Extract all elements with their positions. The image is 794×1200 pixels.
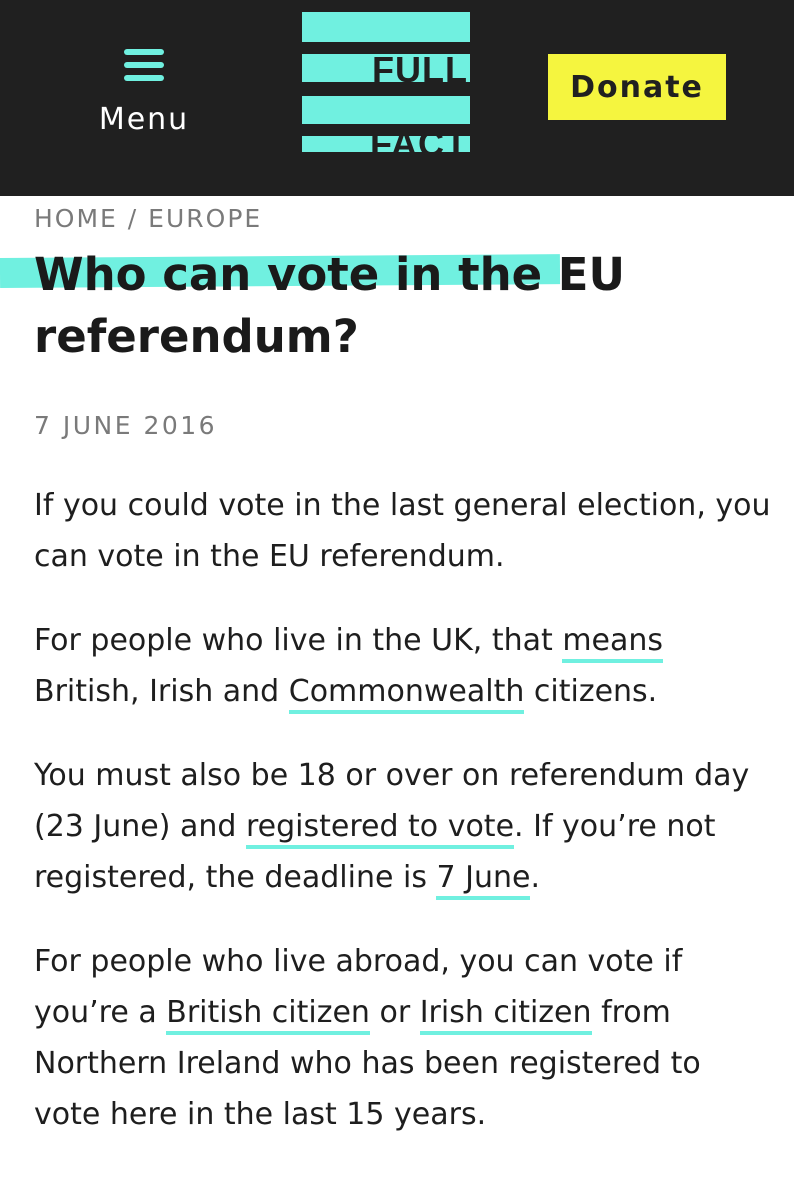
- donate-button[interactable]: Donate: [548, 54, 726, 120]
- link-7-june[interactable]: 7 June: [436, 860, 531, 900]
- breadcrumb-europe[interactable]: EUROPE: [148, 204, 262, 233]
- site-header: Menu FULL FACT Donate: [0, 0, 794, 196]
- link-means[interactable]: means: [562, 623, 664, 663]
- link-irish-citizen[interactable]: Irish citizen: [419, 995, 592, 1035]
- paragraph-2: For people who live in the UK, that mean…: [34, 615, 774, 717]
- menu-label: Menu: [98, 102, 190, 137]
- link-british-citizen[interactable]: British citizen: [166, 995, 370, 1035]
- paragraph-3: You must also be 18 or over on referendu…: [34, 750, 774, 903]
- publish-date: 7 JUNE 2016: [34, 411, 218, 440]
- breadcrumb-separator: /: [117, 204, 149, 233]
- logo-word-top: FULL: [372, 49, 468, 90]
- full-fact-logo[interactable]: FULL FACT: [302, 12, 470, 162]
- logo-word-bottom: FACT: [370, 123, 468, 164]
- paragraph-4: For people who live abroad, you can vote…: [34, 944, 701, 1132]
- page-title: Who can vote in the EU referendum?: [34, 248, 626, 363]
- breadcrumb: HOME / EUROPE: [34, 204, 262, 233]
- paragraph-1: If you could vote in the last general el…: [34, 488, 771, 574]
- hamburger-icon: [124, 49, 164, 83]
- menu-button[interactable]: Menu: [84, 44, 204, 144]
- link-commonwealth[interactable]: Commonwealth: [288, 674, 525, 714]
- breadcrumb-home[interactable]: HOME: [34, 204, 118, 233]
- link-registered-to-vote[interactable]: registered to vote: [245, 809, 515, 849]
